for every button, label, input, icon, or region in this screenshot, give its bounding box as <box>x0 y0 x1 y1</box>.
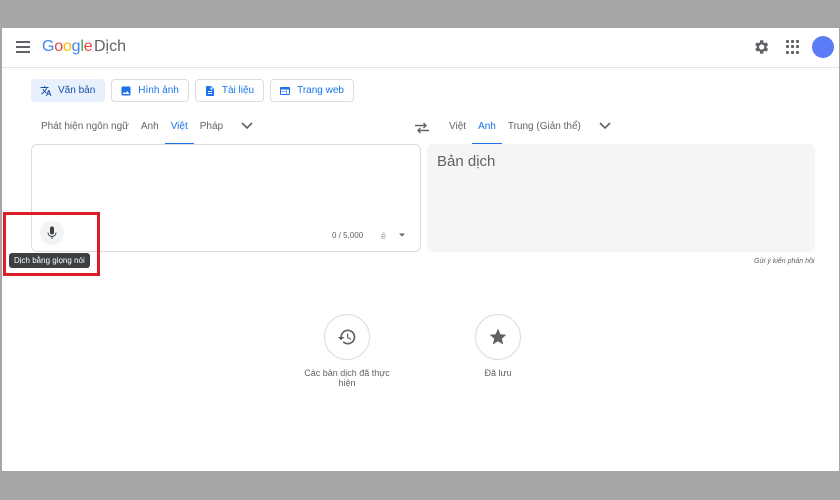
chevron-down-icon <box>599 122 611 130</box>
send-feedback-link[interactable]: Gửi ý kiến phản hồi <box>754 258 814 265</box>
star-icon <box>489 328 507 345</box>
swap-languages-icon[interactable] <box>414 122 430 134</box>
target-lang-chinese[interactable]: Trung (Giản thể) <box>502 115 587 145</box>
apps-grid-icon[interactable] <box>786 40 800 54</box>
mode-tabs: Văn bản Hình ảnh Tài liệu Trang web <box>31 79 354 102</box>
target-language-bar: Việt Anh Trung (Giản thể) <box>443 115 615 145</box>
mode-label: Hình ảnh <box>138 85 179 96</box>
target-lang-english[interactable]: Anh <box>472 115 502 145</box>
target-more-languages[interactable] <box>595 115 615 145</box>
logo-letter: G <box>42 38 55 55</box>
history-icon <box>337 329 356 345</box>
target-lang-vietnamese[interactable]: Việt <box>443 115 472 145</box>
mode-tab-website[interactable]: Trang web <box>270 79 354 102</box>
mode-tab-text[interactable]: Văn bản <box>31 79 106 102</box>
mode-label: Văn bản <box>58 85 96 96</box>
history-label: Các bản dịch đã thực hiện <box>304 368 390 388</box>
source-language-bar: Phát hiện ngôn ngữ Anh Việt Pháp <box>35 115 257 145</box>
translation-output-panel: Bản dịch <box>427 144 815 252</box>
character-count: 0 / 5,000 <box>332 231 364 240</box>
gear-icon[interactable] <box>752 38 770 56</box>
avatar[interactable] <box>812 36 834 58</box>
web-icon <box>280 86 291 95</box>
mode-tab-document[interactable]: Tài liệu <box>194 79 265 102</box>
document-icon <box>205 85 214 96</box>
screenshot-frame: Google Dịch Văn bản Hình ảnh Tài liệu Tr… <box>0 0 840 500</box>
image-icon <box>121 86 131 95</box>
top-bar: Google Dịch <box>2 28 839 68</box>
mode-tab-image[interactable]: Hình ảnh <box>111 79 189 102</box>
logo-letter: o <box>54 38 63 55</box>
mode-label: Trang web <box>297 85 344 96</box>
chevron-down-icon[interactable] <box>398 231 406 239</box>
menu-icon[interactable] <box>16 41 30 53</box>
source-more-languages[interactable] <box>237 115 257 145</box>
logo-letter: o <box>62 38 72 55</box>
history-button[interactable] <box>324 314 370 360</box>
translation-placeholder: Bản dịch <box>437 153 496 170</box>
saved-label: Đã lưu <box>484 368 512 378</box>
translate-icon <box>40 85 52 96</box>
translate-app: Google Dịch Văn bản Hình ảnh Tài liệu Tr… <box>2 28 839 471</box>
product-name: Dịch <box>94 38 127 55</box>
chevron-down-icon <box>241 122 253 130</box>
source-lang-french[interactable]: Pháp <box>194 115 229 145</box>
saved-button[interactable] <box>475 314 521 360</box>
source-text-input[interactable] <box>44 155 404 211</box>
mode-label: Tài liệu <box>221 85 255 96</box>
source-lang-vietnamese[interactable]: Việt <box>164 115 194 145</box>
source-lang-english[interactable]: Anh <box>135 115 165 145</box>
keyboard-icon[interactable]: ê <box>381 231 386 241</box>
google-logo[interactable]: Google <box>42 38 93 56</box>
source-lang-detect[interactable]: Phát hiện ngôn ngữ <box>35 115 135 145</box>
logo-letter: e <box>83 38 93 55</box>
voice-input-tooltip: Dịch bằng giọng nói <box>9 253 90 268</box>
